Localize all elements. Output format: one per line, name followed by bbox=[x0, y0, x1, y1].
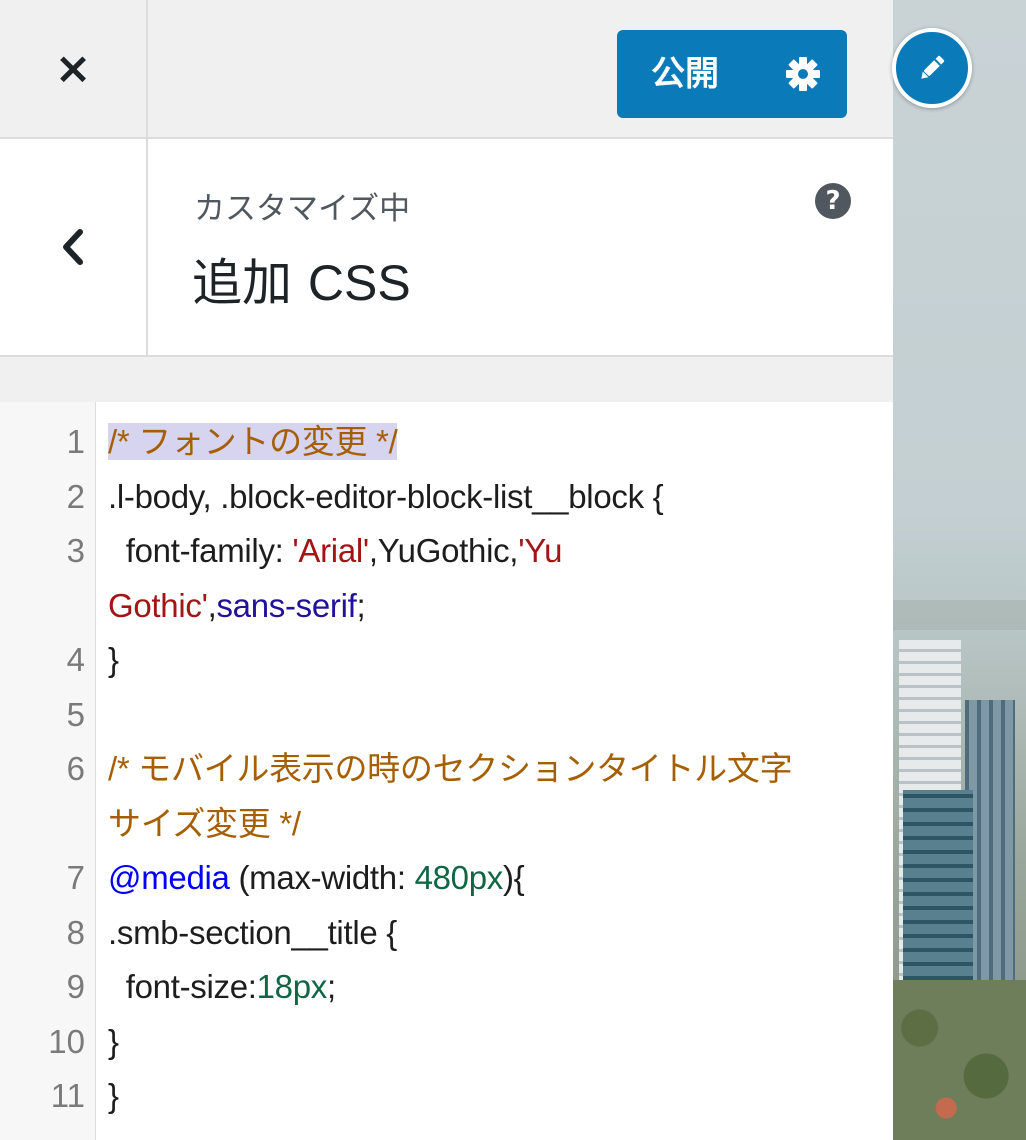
line-number: 2 bbox=[66, 477, 85, 515]
page-title-en: CSS bbox=[307, 255, 411, 311]
code-text: Gothic',sans-serif; bbox=[108, 584, 366, 628]
code-line: 10} bbox=[0, 1020, 893, 1075]
preview-trees bbox=[893, 980, 1026, 1140]
code-token: sans-serif bbox=[216, 586, 357, 624]
code-token: } bbox=[108, 1022, 119, 1060]
line-number: 10 bbox=[48, 1022, 85, 1060]
code-token: } bbox=[108, 641, 119, 678]
code-token: ,YuGothic, bbox=[368, 532, 519, 569]
gear-icon[interactable] bbox=[783, 54, 823, 94]
code-text: サイズ変更 */ bbox=[108, 802, 301, 846]
publish-label: 公開 bbox=[651, 54, 719, 94]
code-line: 9 font-size:18px; bbox=[0, 965, 893, 1020]
code-token: 'Yu bbox=[518, 532, 563, 569]
code-line: 11} bbox=[0, 1074, 893, 1129]
preview-haze bbox=[893, 600, 1026, 630]
code-token: 'Arial' bbox=[292, 532, 369, 569]
help-icon-glyph: ? bbox=[825, 186, 841, 216]
page-title: 追加 CSS bbox=[192, 243, 411, 315]
code-line: 7 @media (max-width: 480px){ bbox=[0, 856, 893, 911]
code-text: font-family: 'Arial',YuGothic,'Yu bbox=[108, 529, 563, 573]
code-token: } bbox=[108, 1077, 119, 1114]
line-number: 7 bbox=[66, 859, 85, 896]
code-token: .l-body, .block-editor-block-list__block… bbox=[108, 477, 664, 515]
code-token: ){ bbox=[502, 859, 525, 896]
code-token: 18px bbox=[256, 968, 328, 1005]
line-number: 3 bbox=[66, 532, 85, 569]
code-line: 3 font-family: 'Arial',YuGothic,'Yu bbox=[0, 529, 893, 584]
code-line: 2 .l-body, .block-editor-block-list__bloc… bbox=[0, 475, 893, 530]
customizing-label: カスタマイズ中 bbox=[194, 191, 411, 227]
code-token: 480px bbox=[414, 859, 504, 896]
code-text: /* モバイル表示の時のセクションタイトル文字 bbox=[108, 747, 793, 791]
close-button[interactable]: × bbox=[0, 0, 148, 137]
code-line: 6 /* モバイル表示の時のセクションタイトル文字 bbox=[0, 747, 893, 802]
code-token: @media bbox=[108, 859, 230, 896]
code-line: Gothic',sans-serif; bbox=[0, 584, 893, 639]
code-token: .smb-section__title { bbox=[108, 913, 398, 951]
edit-shortcut-button[interactable] bbox=[892, 28, 972, 108]
css-code-editor[interactable]: 1 /* フォントの変更 */ 2 .l-body, .block-editor-bl… bbox=[0, 402, 893, 1140]
code-token: font-size: bbox=[108, 968, 257, 1005]
line-number: 1 bbox=[66, 423, 85, 460]
code-text: } bbox=[108, 1020, 119, 1064]
line-number: 8 bbox=[66, 913, 85, 951]
line-number: 5 bbox=[66, 695, 85, 733]
code-text: /* フォントの変更 */ bbox=[108, 420, 398, 464]
page-title-jp: 追加 bbox=[192, 254, 292, 312]
code-line: 1 /* フォントの変更 */ bbox=[0, 420, 893, 475]
code-line: 4} bbox=[0, 638, 893, 693]
code-token: ; bbox=[356, 586, 366, 624]
section-header: カスタマイズ中 追加 CSS ? bbox=[0, 139, 893, 357]
code-text: @media (max-width: 480px){ bbox=[108, 856, 525, 900]
code-text: } bbox=[108, 1074, 119, 1118]
code-line: サイズ変更 */ bbox=[0, 802, 893, 857]
code-token: /* フォントの変更 */ bbox=[108, 423, 398, 460]
publish-button[interactable]: 公開 bbox=[617, 30, 847, 118]
code-text: font-size:18px; bbox=[108, 965, 336, 1009]
line-number: 6 bbox=[66, 750, 85, 787]
line-number: 4 bbox=[66, 641, 85, 678]
panel-gap bbox=[0, 357, 893, 402]
customizer-header-actions: × 公開 bbox=[0, 0, 893, 139]
help-icon[interactable]: ? bbox=[815, 183, 851, 219]
pencil-icon bbox=[921, 55, 945, 79]
close-icon: × bbox=[54, 43, 92, 94]
chevron-left-icon bbox=[63, 229, 83, 265]
code-text: .smb-section__title { bbox=[108, 911, 397, 955]
code-line: 8 .smb-section__title { bbox=[0, 911, 893, 966]
code-token: font-family: bbox=[108, 532, 293, 569]
code-text: } bbox=[108, 638, 119, 682]
code-token: Gothic' bbox=[108, 586, 208, 624]
back-button[interactable] bbox=[0, 139, 148, 355]
code-token: (max-width: bbox=[229, 859, 415, 896]
code-token: ; bbox=[326, 968, 336, 1005]
code-text: .l-body, .block-editor-block-list__block… bbox=[108, 475, 664, 519]
line-number: 9 bbox=[66, 968, 85, 1005]
code-line: 5 bbox=[0, 693, 893, 748]
code-token: サイズ変更 */ bbox=[108, 804, 301, 842]
site-preview[interactable] bbox=[893, 0, 1026, 1140]
line-number: 11 bbox=[50, 1077, 85, 1114]
customizer-sidebar: × 公開 カスタマイズ中 追加 CSS ? 1 /* フォントの変更 */ 2 … bbox=[0, 0, 893, 1140]
code-token: /* モバイル表示の時のセクションタイトル文字 bbox=[108, 750, 793, 787]
